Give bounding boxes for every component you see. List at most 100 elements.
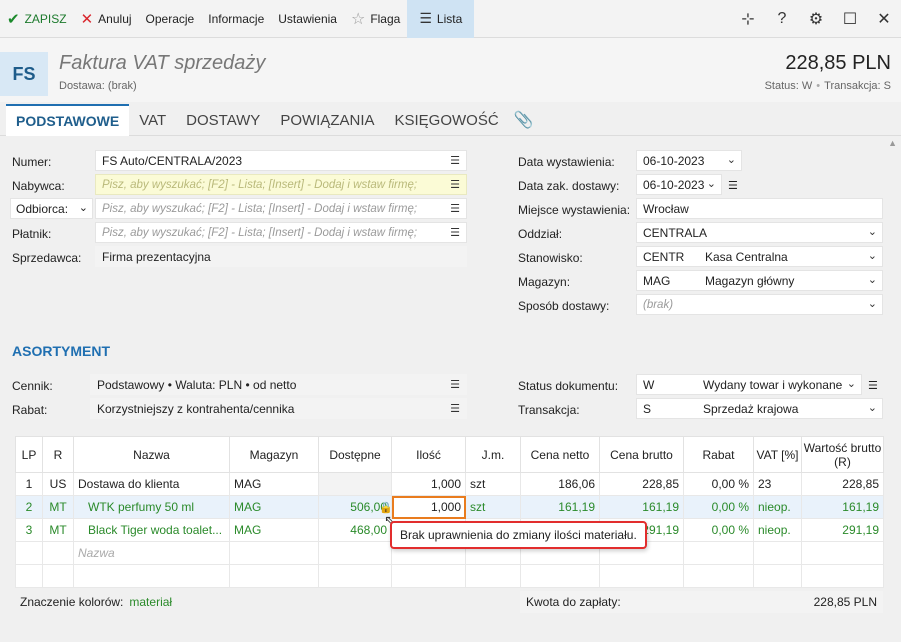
data-wystawienia-label: Data wystawienia:: [518, 155, 615, 169]
menu-icon[interactable]: ☰: [868, 379, 878, 392]
table-row[interactable]: 1 US Dostawa do klienta MAG 1,000 szt 18…: [15, 472, 884, 496]
cennik-label: Cennik:: [12, 379, 53, 393]
col-header[interactable]: Wartość brutto (R): [801, 436, 884, 473]
items-table: LP R Nazwa Magazyn Dostępne Ilość J.m. C…: [15, 436, 884, 588]
star-icon: ☆: [350, 10, 366, 28]
menu-icon[interactable]: ☰: [450, 178, 460, 191]
odbiorca-field[interactable]: Pisz, aby wyszukać; [F2] - Lista; [Inser…: [95, 198, 467, 219]
document-title: Faktura VAT sprzedaży: [59, 52, 266, 74]
help-icon[interactable]: ?: [765, 0, 799, 38]
menu-icon[interactable]: ☰: [450, 154, 460, 167]
status-dokumentu-select[interactable]: W Wydany towar i wykonane ⌄: [636, 374, 862, 395]
amount-to-pay: Kwota do zapłaty: 228,85 PLN: [520, 591, 883, 613]
col-header[interactable]: Ilość: [391, 436, 466, 473]
col-header[interactable]: R: [42, 436, 74, 473]
nabywca-label: Nabywca:: [12, 179, 65, 193]
info-menu[interactable]: Informacje: [201, 0, 271, 38]
document-amount: 228,85 PLN: [785, 52, 891, 74]
asortyment-title: ASORTYMENT: [12, 343, 110, 359]
save-button[interactable]: ✔ ZAPISZ: [0, 0, 74, 38]
menu-icon[interactable]: ☰: [450, 378, 460, 391]
transakcja-select[interactable]: S Sprzedaż krajowa ⌄: [636, 398, 883, 419]
chevron-down-icon: ⌄: [78, 202, 88, 214]
col-header[interactable]: LP: [15, 436, 43, 473]
chevron-down-icon[interactable]: ⌄: [707, 177, 716, 190]
chevron-down-icon: ⌄: [867, 250, 877, 262]
menu-icon[interactable]: ☰: [450, 202, 460, 215]
miejsce-label: Miejsce wystawienia:: [518, 203, 631, 217]
tab-dostawy[interactable]: DOSTAWY: [176, 104, 270, 136]
quantity-cell-editing[interactable]: 1,000: [391, 495, 466, 519]
numer-field[interactable]: FS Auto/CENTRALA/2023 ☰: [95, 150, 467, 171]
tab-powiazania[interactable]: POWIĄZANIA: [270, 104, 384, 136]
status-dokumentu-label: Status dokumentu:: [518, 379, 619, 393]
paperclip-icon[interactable]: 📎: [509, 104, 539, 136]
material-color-label: materiał: [129, 595, 173, 609]
platnik-label: Płatnik:: [12, 227, 52, 241]
operations-menu[interactable]: Operacje: [139, 0, 202, 38]
chevron-down-icon: ⌄: [867, 226, 877, 238]
col-header[interactable]: Nazwa: [73, 436, 230, 473]
add-link-icon[interactable]: ⊹: [731, 0, 765, 38]
col-header[interactable]: Rabat: [683, 436, 754, 473]
data-dostawy-field[interactable]: 06-10-2023 ⌄: [636, 174, 722, 195]
oddzial-label: Oddział:: [518, 227, 563, 241]
transakcja-label: Transakcja:: [518, 403, 580, 417]
maximize-icon[interactable]: ☐: [833, 0, 867, 38]
magazyn-label: Magazyn:: [518, 275, 571, 289]
table-row-empty: [15, 564, 884, 588]
chevron-down-icon: ⌄: [867, 298, 877, 310]
stanowisko-select[interactable]: CENTR Kasa Centralna ⌄: [636, 246, 883, 267]
new-item-placeholder: Nazwa: [78, 546, 115, 560]
table-row[interactable]: 2 MT WTK perfumy 50 ml MAG 506,00 1,000 …: [15, 495, 884, 519]
rabat-label: Rabat:: [12, 403, 48, 417]
list-button[interactable]: ☰ Lista: [407, 0, 475, 38]
scroll-up-icon[interactable]: ▲: [888, 138, 897, 148]
menu-icon[interactable]: ☰: [450, 402, 460, 415]
odbiorca-select[interactable]: Odbiorca: ⌄: [10, 198, 93, 219]
tab-podstawowe[interactable]: PODSTAWOWE: [6, 104, 130, 136]
close-icon[interactable]: ✕: [867, 0, 901, 38]
hamburger-icon: ☰: [419, 10, 432, 26]
table-header-row: LP R Nazwa Magazyn Dostępne Ilość J.m. C…: [15, 436, 884, 473]
menu-icon[interactable]: ☰: [728, 179, 738, 192]
miejsce-field[interactable]: Wrocław: [636, 198, 883, 219]
col-header[interactable]: Magazyn: [229, 436, 319, 473]
data-dostawy-label: Data zak. dostawy:: [518, 179, 620, 193]
tab-vat[interactable]: VAT: [129, 104, 176, 136]
oddzial-select[interactable]: CENTRALA ⌄: [636, 222, 883, 243]
document-header: FS Faktura VAT sprzedaży Dostawa: (brak)…: [0, 38, 901, 102]
col-header[interactable]: Cena netto: [520, 436, 600, 473]
col-header[interactable]: Cena brutto: [599, 436, 684, 473]
flag-button[interactable]: ☆ Flaga: [344, 0, 407, 38]
chevron-down-icon: ⌄: [867, 274, 877, 286]
cennik-field[interactable]: Podstawowy • Waluta: PLN • od netto ☰: [90, 374, 467, 395]
magazyn-select[interactable]: MAG Magazyn główny ⌄: [636, 270, 883, 291]
nabywca-field[interactable]: Pisz, aby wyszukać; [F2] - Lista; [Inser…: [95, 174, 467, 195]
gear-icon[interactable]: ⚙: [799, 0, 833, 38]
settings-menu[interactable]: Ustawienia: [271, 0, 344, 38]
toolbar: ✔ ZAPISZ ✕ Anuluj Operacje Informacje Usta…: [0, 0, 901, 38]
close-x-icon: ✕: [80, 10, 94, 28]
stanowisko-label: Stanowisko:: [518, 251, 583, 265]
sprzedawca-field: Firma prezentacyjna: [95, 246, 467, 267]
data-wystawienia-field[interactable]: 06-10-2023 ⌄: [636, 150, 742, 171]
sprzedawca-label: Sprzedawca:: [12, 251, 82, 265]
rabat-field[interactable]: Korzystniejszy z kontrahenta/cennika ☰: [90, 398, 467, 419]
tab-ksiegowosc[interactable]: KSIĘGOWOŚĆ: [385, 104, 509, 136]
document-subtitle: Dostawa: (brak): [59, 80, 137, 92]
sposob-dostawy-select[interactable]: (brak) ⌄: [636, 294, 883, 315]
col-header[interactable]: VAT [%]: [753, 436, 802, 473]
doc-type-logo: FS: [0, 52, 48, 96]
cancel-button[interactable]: ✕ Anuluj: [74, 0, 139, 38]
check-icon: ✔: [7, 10, 20, 28]
chevron-down-icon[interactable]: ⌄: [727, 153, 736, 166]
platnik-field[interactable]: Pisz, aby wyszukać; [F2] - Lista; [Inser…: [95, 222, 467, 243]
col-header[interactable]: J.m.: [465, 436, 521, 473]
col-header[interactable]: Dostępne: [318, 436, 392, 473]
permission-tooltip: Brak uprawnienia do zmiany ilości materi…: [390, 521, 647, 549]
chevron-down-icon: ⌄: [867, 402, 877, 414]
document-status: Status: W • Transakcja: S: [764, 80, 891, 92]
chevron-down-icon: ⌄: [846, 378, 856, 390]
menu-icon[interactable]: ☰: [450, 226, 460, 239]
